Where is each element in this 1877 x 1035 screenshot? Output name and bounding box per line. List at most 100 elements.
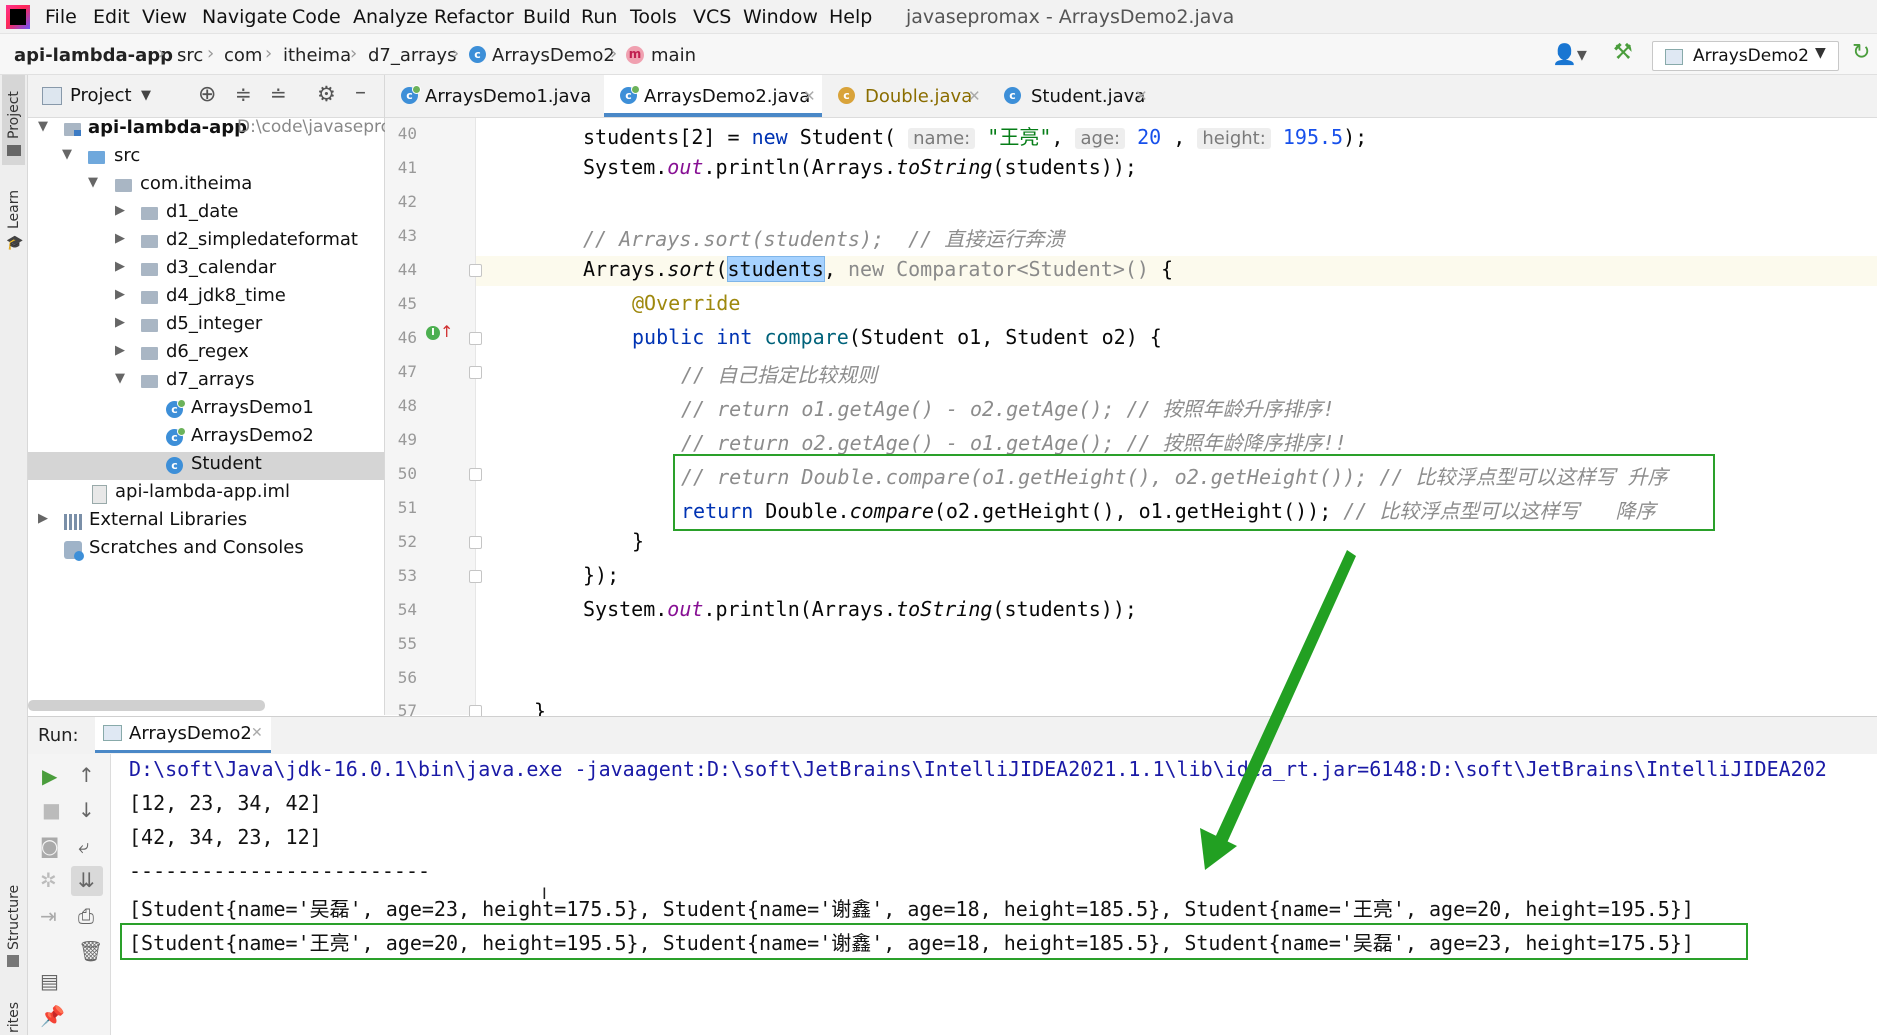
override-up-arrow-icon[interactable]: ↑ [440,322,453,341]
project-view-title[interactable]: Project [70,85,132,106]
line-number: 56 [397,668,417,687]
fold-marker-icon[interactable] [469,536,482,549]
package-icon [141,319,158,332]
tab-arraysdemo1[interactable]: c ArraysDemo1.java [385,75,603,116]
menu-tools[interactable]: Tools [630,6,677,28]
menu-window[interactable]: Window [743,6,818,28]
arrow-down-icon[interactable]: ↓ [78,798,95,822]
tree-label: d2_simpledateformat [166,229,358,250]
close-icon[interactable]: ✕ [1135,87,1148,105]
chevron-right-icon[interactable]: ▶ [115,287,125,302]
menu-run[interactable]: Run [581,6,617,28]
breadcrumb-separator-icon: › [265,43,273,64]
tab-arraysdemo2[interactable]: c ArraysDemo2.java ✕ [604,75,822,117]
implements-icon[interactable]: I [426,326,440,340]
breadcrumb-separator-icon: › [350,43,358,64]
learn-tool-label[interactable]: Learn [6,190,22,229]
close-icon[interactable]: ✕ [803,87,816,105]
chevron-right-icon[interactable]: ▶ [115,343,125,358]
package-icon [141,375,158,388]
breadcrumb-project[interactable]: api-lambda-app [14,45,173,66]
breadcrumb-separator-icon: › [158,43,166,64]
arrow-up-icon[interactable]: ↑ [78,763,95,787]
line-number: 48 [397,396,417,415]
layout-icon[interactable]: ▤ [40,969,59,993]
code-line-43: // Arrays.sort(students); // 直接运行奔溃 [583,227,1065,251]
chevron-right-icon[interactable]: ▶ [115,231,125,246]
fold-marker-icon[interactable] [469,366,482,379]
breadcrumb-src[interactable]: src [177,45,203,66]
chevron-down-icon[interactable]: ▼ [88,175,98,190]
build-hammer-icon[interactable]: ⚒ [1613,40,1633,65]
line-number: 52 [397,532,417,551]
fold-marker-icon[interactable] [469,570,482,583]
menu-build[interactable]: Build [523,6,571,28]
print-icon[interactable]: ⎙ [78,904,94,928]
tree-label: d6_regex [166,341,249,362]
tab-label: ArraysDemo2.java [644,86,811,107]
menu-code[interactable]: Code [292,6,341,28]
stop-icon[interactable]: ■ [42,798,61,822]
menu-help[interactable]: Help [829,6,872,28]
breadcrumb-d7-arrays[interactable]: d7_arrays [368,45,456,66]
fold-marker-icon[interactable] [469,468,482,481]
chevron-right-icon[interactable]: ▶ [38,511,48,526]
locate-icon[interactable]: ⊕ [198,82,216,107]
run-configuration-select[interactable]: ArraysDemo2 ▼ [1652,41,1839,71]
chevron-right-icon[interactable]: ▶ [115,315,125,330]
menu-refactor[interactable]: Refactor [434,6,514,28]
menu-navigate[interactable]: Navigate [202,6,287,28]
tab-student[interactable]: c Student.java ✕ [988,75,1153,116]
console-line: [12, 23, 34, 42] [129,791,322,815]
minimize-icon[interactable]: – [355,80,366,105]
collapse-all-icon[interactable]: ≐ [270,82,287,106]
tab-label: Double.java [865,86,973,107]
rerun-icon[interactable]: ↻ [1852,40,1870,65]
breadcrumb-itheima[interactable]: itheima [283,45,351,66]
code-line-46: public int compare(Student o1, Student o… [632,325,1162,349]
rerun-play-icon[interactable]: ▶ [42,764,57,788]
menu-analyze[interactable]: Analyze [353,6,428,28]
expand-all-icon[interactable]: ≑ [235,82,252,106]
line-number: 46 [397,328,417,347]
project-horizontal-scrollbar[interactable] [28,700,265,711]
chevron-right-icon[interactable]: ▶ [115,259,125,274]
structure-tool-label[interactable]: Structure [6,885,22,950]
chevron-down-icon[interactable]: ▼ [38,119,48,134]
exit-icon[interactable]: ⇥ [40,904,57,928]
soft-wrap-icon[interactable]: ⤶ [78,834,89,858]
code-line-44: Arrays.sort(students, new Comparator<Stu… [583,256,1174,282]
debug-icon[interactable]: ✲ [40,868,57,892]
project-tool-label[interactable]: Project [6,91,22,139]
fold-marker-icon[interactable] [469,264,482,277]
menu-view[interactable]: View [142,6,187,28]
favorites-tool-label[interactable]: rites [6,1002,22,1033]
code-line-48: // return o1.getAge() - o2.getAge(); // … [681,397,1335,421]
scroll-to-end-icon: ⇊ [78,868,95,892]
chevron-down-icon[interactable]: ▼ [62,147,72,162]
chevron-down-icon[interactable]: ▼ [115,371,125,386]
close-icon[interactable]: ✕ [251,725,263,741]
tree-label: External Libraries [89,509,248,530]
breadcrumb-com[interactable]: com [224,45,262,66]
chevron-right-icon[interactable]: ▶ [115,203,125,218]
user-icon[interactable]: 👤▾ [1552,42,1587,66]
gear-icon[interactable]: ⚙ [317,82,336,106]
menu-edit[interactable]: Edit [93,6,130,28]
line-number: 50 [397,464,417,483]
menu-vcs[interactable]: VCS [693,6,731,28]
fold-marker-icon[interactable] [469,332,482,345]
close-icon[interactable]: ✕ [968,87,981,105]
run-tab-arraysdemo2[interactable]: ArraysDemo2 ✕ [95,717,271,753]
breadcrumb-main[interactable]: main [651,45,696,66]
breadcrumb-arraysdemo2[interactable]: ArraysDemo2 [492,45,615,66]
chevron-down-icon[interactable]: ▼ [141,88,151,103]
pin-icon[interactable]: 📌 [40,1004,65,1028]
camera-icon[interactable]: ◙ [40,834,59,858]
line-number: 45 [397,294,417,313]
tab-double[interactable]: c Double.java ✕ [822,75,987,116]
class-icon: c [401,85,421,104]
left-tool-strip: Project Learn 🎓 Structure rites [0,75,28,1035]
trash-icon[interactable]: 🗑 [78,939,103,963]
menu-file[interactable]: File [45,6,77,28]
